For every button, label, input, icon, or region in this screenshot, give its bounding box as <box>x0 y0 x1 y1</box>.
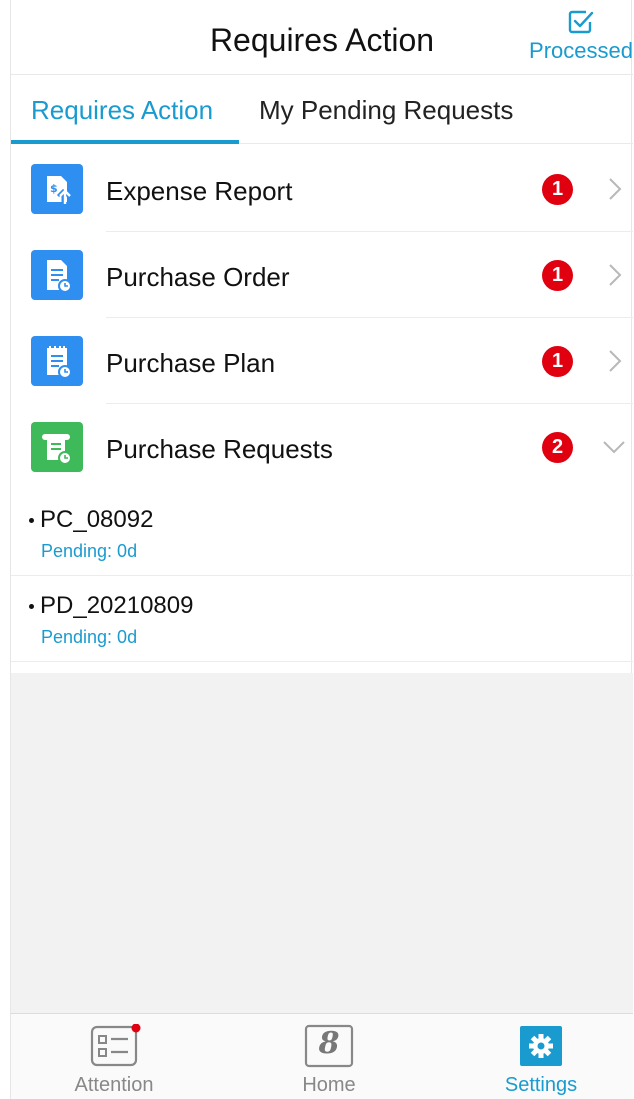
app-frame: Requires Action Processed Requires Actio… <box>10 0 633 1099</box>
processed-label: Processed <box>529 38 633 63</box>
list-item-label: Purchase Requests <box>106 434 333 464</box>
nav-attention[interactable]: Attention <box>14 1014 214 1099</box>
request-code-text: PD_20210809 <box>40 592 194 619</box>
chevron-right-icon <box>609 264 622 286</box>
active-tab-indicator <box>11 140 239 144</box>
gear-icon <box>520 1026 562 1066</box>
processed-button[interactable]: Processed <box>529 8 633 64</box>
notification-dot <box>131 1024 141 1033</box>
chevron-down-icon <box>603 441 625 454</box>
list-item-expense-report[interactable]: $ Expense Report 1 <box>11 146 633 232</box>
tab-bar: Requires Action My Pending Requests <box>11 76 633 144</box>
list-item-label: Purchase Plan <box>106 348 276 378</box>
svg-text:$: $ <box>50 182 58 195</box>
home-glyph: 8 <box>318 1026 340 1061</box>
pending-status: Pending: 0d <box>41 541 138 561</box>
bottom-nav: Attention 8 Home Settings <box>11 1013 633 1099</box>
request-code-text: PC_08092 <box>40 506 154 533</box>
tab-my-pending-requests[interactable]: My Pending Requests <box>259 95 513 126</box>
list-item-label: Purchase Order <box>106 262 290 292</box>
tab-requires-action[interactable]: Requires Action <box>31 95 213 126</box>
list-item-purchase-plan[interactable]: Purchase Plan 1 <box>11 318 633 404</box>
nav-home[interactable]: 8 Home <box>229 1014 429 1099</box>
nav-label: Attention <box>74 1074 154 1096</box>
empty-area <box>11 673 633 1013</box>
count-badge: 1 <box>542 346 573 377</box>
list-item-purchase-requests[interactable]: Purchase Requests 2 <box>11 404 633 490</box>
chevron-right-icon <box>609 178 622 200</box>
nav-settings[interactable]: Settings <box>441 1014 634 1099</box>
sub-list-item-pc-08092[interactable]: PC_08092 Pending: 0d <box>11 490 633 576</box>
sub-list-item-pd-20210809[interactable]: PD_20210809 Pending: 0d <box>11 576 633 662</box>
purchase-plan-icon <box>31 336 83 386</box>
request-code: PC_08092 <box>29 506 153 534</box>
list-item-purchase-order[interactable]: Purchase Order 1 <box>11 232 633 318</box>
checkbox-edit-icon <box>568 10 594 34</box>
count-badge: 2 <box>542 432 573 463</box>
request-code: PD_20210809 <box>29 592 193 620</box>
attention-list-icon <box>90 1024 141 1067</box>
chevron-right-icon <box>609 350 622 372</box>
header: Requires Action Processed <box>11 0 633 75</box>
bullet-icon <box>29 604 34 610</box>
nav-label: Home <box>302 1074 356 1096</box>
nav-label: Settings <box>504 1074 578 1096</box>
expense-report-icon: $ <box>31 164 83 214</box>
purchase-order-icon <box>31 250 83 300</box>
count-badge: 1 <box>542 260 573 291</box>
bullet-icon <box>29 518 34 524</box>
pending-status: Pending: 0d <box>41 627 138 647</box>
count-badge: 1 <box>542 174 573 205</box>
list-item-label: Expense Report <box>106 176 293 206</box>
purchase-requests-icon <box>31 422 83 472</box>
